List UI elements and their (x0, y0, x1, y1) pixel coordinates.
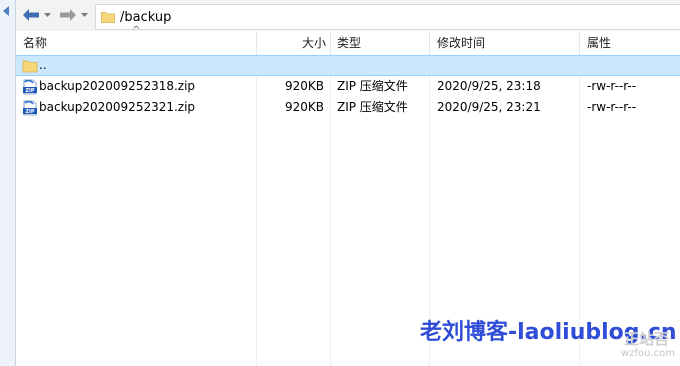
column-divider[interactable] (429, 31, 430, 55)
watermark-logo-text: 正站否 (624, 330, 670, 348)
column-header-type[interactable]: 类型 (337, 31, 361, 55)
file-name: backup202009252321.zip (39, 100, 196, 114)
file-row[interactable]: ZIP backup202009252321.zip 920KB ZIP 压缩文… (16, 97, 680, 118)
column-header-attributes[interactable]: 属性 (587, 31, 611, 55)
column-header-modified[interactable]: 修改时间 (437, 31, 485, 55)
file-browser-window: /backup ^ 名称 大小 类型 修改时间 属性 .. ZIP backup… (0, 0, 680, 366)
file-row-parent-directory[interactable]: .. (16, 55, 680, 76)
file-type: ZIP 压缩文件 (337, 100, 408, 114)
file-row[interactable]: ZIP backup202009252318.zip 920KB ZIP 压缩文… (16, 76, 680, 97)
file-attributes: -rw-r--r-- (587, 79, 637, 93)
file-type: ZIP 压缩文件 (337, 79, 408, 93)
watermark-url: wzfou.com (621, 348, 675, 359)
forward-history-dropdown[interactable] (79, 8, 89, 22)
left-pane-edge (0, 0, 16, 366)
folder-icon (101, 12, 115, 23)
address-bar[interactable]: /backup (95, 4, 680, 30)
arrow-right-icon (60, 9, 76, 21)
chevron-down-icon (43, 12, 51, 17)
file-attributes: -rw-r--r-- (587, 100, 637, 114)
back-history-dropdown[interactable] (42, 8, 52, 22)
column-divider[interactable] (330, 31, 331, 55)
collapse-arrow-icon[interactable] (1, 4, 13, 18)
forward-button[interactable] (58, 6, 78, 24)
column-divider[interactable] (256, 31, 257, 55)
file-size: 920KB (284, 79, 324, 93)
address-path: /backup (120, 9, 172, 25)
file-name: .. (39, 58, 47, 72)
file-modified: 2020/9/25, 23:18 (437, 79, 541, 93)
column-header: ^ 名称 大小 类型 修改时间 属性 (16, 25, 680, 55)
arrow-left-icon (23, 9, 39, 21)
column-header-size[interactable]: 大小 (294, 31, 326, 55)
zip-file-icon: ZIP (23, 100, 37, 116)
file-modified: 2020/9/25, 23:21 (437, 100, 541, 114)
file-name: backup202009252318.zip (39, 79, 196, 93)
navigation-toolbar: /backup (16, 0, 680, 32)
column-header-name[interactable]: 名称 (23, 31, 47, 55)
sort-ascending-icon: ^ (132, 25, 141, 36)
svg-text:ZIP: ZIP (25, 109, 34, 115)
back-button[interactable] (21, 6, 41, 24)
svg-text:ZIP: ZIP (25, 88, 34, 94)
folder-icon (22, 60, 38, 73)
chevron-down-icon (80, 12, 88, 17)
zip-file-icon: ZIP (23, 79, 37, 95)
file-size: 920KB (284, 100, 324, 114)
column-divider[interactable] (579, 31, 580, 55)
